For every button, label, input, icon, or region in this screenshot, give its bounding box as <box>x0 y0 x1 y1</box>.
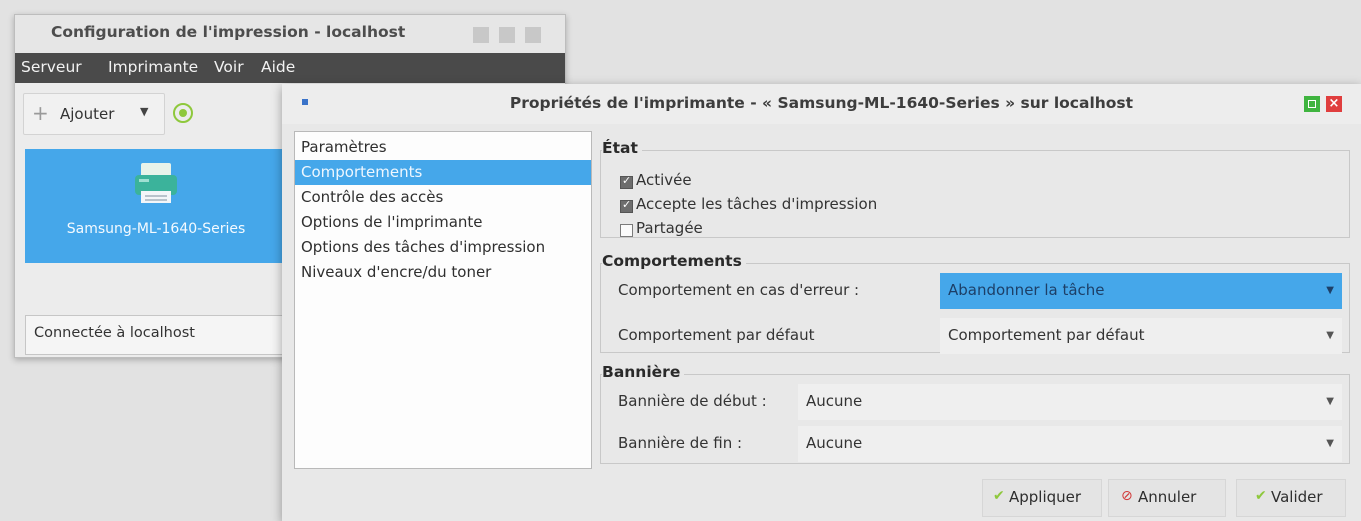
printer-icon <box>135 163 177 203</box>
add-button-label: Ajouter <box>60 105 115 123</box>
cancel-button[interactable]: ⊘ Annuler <box>1108 479 1226 517</box>
chevron-down-icon: ▼ <box>1326 396 1334 407</box>
end-banner-label: Bannière de fin : <box>618 434 743 452</box>
add-button[interactable]: + Ajouter ▼ <box>23 93 165 135</box>
maximize-button[interactable] <box>499 27 515 43</box>
nav-item-comportements[interactable]: Comportements <box>295 160 591 185</box>
default-behavior-select[interactable]: Comportement par défaut ▼ <box>940 318 1342 354</box>
nav-item-label: Paramètres <box>301 138 387 156</box>
default-behavior-value: Comportement par défaut <box>948 326 1145 344</box>
checkbox-unchecked-icon <box>620 224 633 237</box>
banniere-group-title: Bannière <box>602 363 685 381</box>
error-behavior-select[interactable]: Abandonner la tâche ▼ <box>940 273 1342 309</box>
window-titlebar[interactable]: Configuration de l'impression - localhos… <box>15 15 565 53</box>
status-text: Connectée à localhost <box>34 325 195 341</box>
close-button[interactable] <box>525 27 541 43</box>
start-banner-value: Aucune <box>806 392 863 410</box>
printer-name: Samsung-ML-1640-Series <box>66 221 246 237</box>
nav-item-controle-acces[interactable]: Contrôle des accès <box>295 185 591 210</box>
chevron-down-icon: ▼ <box>1326 330 1334 341</box>
settings-nav-list: Paramètres Comportements Contrôle des ac… <box>294 131 592 469</box>
nav-item-label: Options des tâches d'impression <box>301 238 546 256</box>
start-banner-select[interactable]: Aucune ▼ <box>798 384 1342 420</box>
printer-properties-dialog: Propriétés de l'imprimante - « Samsung-M… <box>282 84 1361 521</box>
chevron-down-icon: ▼ <box>1326 285 1334 296</box>
printer-item[interactable]: Samsung-ML-1640-Series <box>25 149 287 263</box>
checkbox-checked-icon <box>620 198 633 213</box>
apply-button[interactable]: ✔ Appliquer <box>982 479 1102 517</box>
default-behavior-label: Comportement par défaut <box>618 326 815 344</box>
checkbox-checked-icon <box>620 174 633 189</box>
maximize-button[interactable] <box>1304 96 1320 112</box>
nav-item-options-taches[interactable]: Options des tâches d'impression <box>295 235 591 260</box>
minimize-button[interactable] <box>473 27 489 43</box>
activee-label: Activée <box>636 171 692 189</box>
menu-serveur[interactable]: Serveur <box>21 58 82 76</box>
nav-item-options-imprimante[interactable]: Options de l'imprimante <box>295 210 591 235</box>
checkmark-icon: ✔ <box>1255 488 1267 504</box>
plus-icon: + <box>32 101 49 125</box>
dialog-titlebar[interactable]: Propriétés de l'imprimante - « Samsung-M… <box>282 84 1361 124</box>
ok-button[interactable]: ✔ Valider <box>1236 479 1346 517</box>
menubar: Serveur Imprimante Voir Aide <box>15 53 565 83</box>
error-behavior-label: Comportement en cas d'erreur : <box>618 281 860 299</box>
accepte-taches-label: Accepte les tâches d'impression <box>636 195 878 213</box>
nav-item-label: Contrôle des accès <box>301 188 444 206</box>
menu-imprimante[interactable]: Imprimante <box>108 58 198 76</box>
nav-item-label: Comportements <box>301 163 423 181</box>
end-banner-select[interactable]: Aucune ▼ <box>798 426 1342 462</box>
cancel-icon: ⊘ <box>1121 488 1133 504</box>
nav-item-label: Niveaux d'encre/du toner <box>301 263 492 281</box>
start-banner-label: Bannière de début : <box>618 392 767 410</box>
status-bar: Connectée à localhost <box>25 315 317 355</box>
nav-item-niveaux-encre[interactable]: Niveaux d'encre/du toner <box>295 260 591 285</box>
chevron-down-icon: ▼ <box>1326 438 1334 449</box>
etat-group-title: État <box>602 139 642 157</box>
chevron-down-icon: ▼ <box>140 105 149 118</box>
menu-voir[interactable]: Voir <box>214 58 244 76</box>
checkmark-icon: ✔ <box>993 488 1005 504</box>
ok-button-label: Valider <box>1271 488 1323 506</box>
cancel-button-label: Annuler <box>1138 488 1197 506</box>
nav-item-parametres[interactable]: Paramètres <box>295 135 591 160</box>
apply-button-label: Appliquer <box>1009 488 1082 506</box>
menu-aide[interactable]: Aide <box>261 58 295 76</box>
end-banner-value: Aucune <box>806 434 863 452</box>
comportements-group-title: Comportements <box>602 252 746 270</box>
dialog-title: Propriétés de l'imprimante - « Samsung-M… <box>509 94 1134 112</box>
etat-group <box>600 150 1350 238</box>
refresh-icon[interactable] <box>173 103 193 123</box>
close-button[interactable]: × <box>1326 96 1342 112</box>
window-title: Configuration de l'impression - localhos… <box>51 23 406 41</box>
nav-item-label: Options de l'imprimante <box>301 213 483 231</box>
partagee-label: Partagée <box>636 219 703 237</box>
error-behavior-value: Abandonner la tâche <box>948 281 1105 299</box>
